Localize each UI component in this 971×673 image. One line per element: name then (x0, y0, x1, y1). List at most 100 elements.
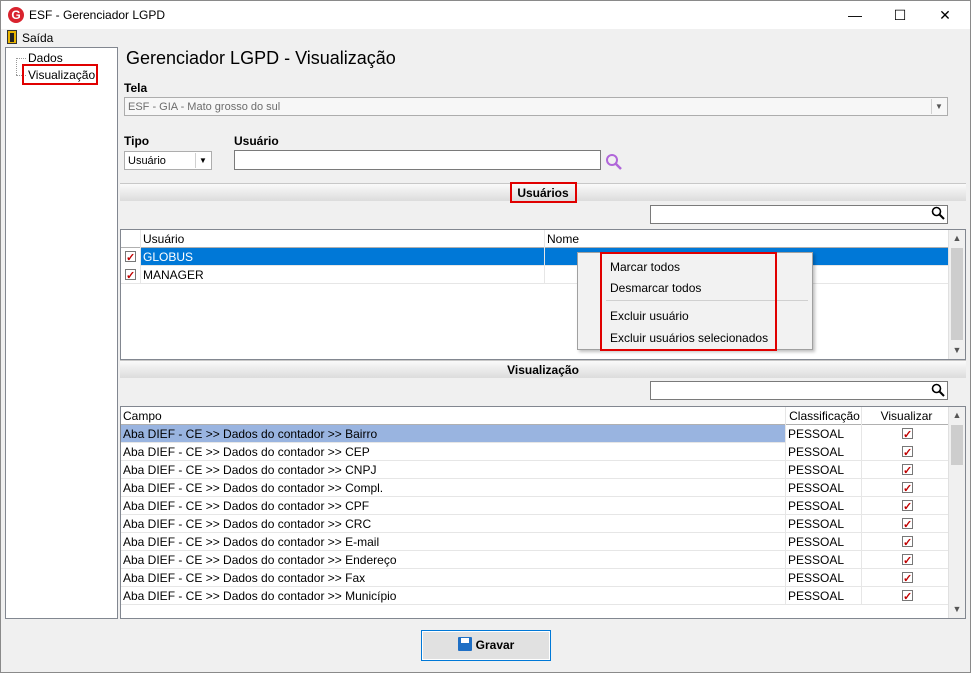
cell-classificacao: PESSOAL (786, 443, 862, 461)
menu-bar: Saída (1, 29, 970, 47)
cell-campo: Aba DIEF - CE >> Dados do contador >> CP… (121, 497, 786, 515)
floppy-disk-icon (457, 637, 472, 651)
tipo-label: Tipo (124, 134, 150, 148)
scroll-thumb[interactable] (951, 248, 963, 340)
table-row[interactable]: Aba DIEF - CE >> Dados do contador >> CP… (121, 497, 949, 515)
annotation-highlight (600, 252, 777, 351)
menu-exit[interactable]: Saída (22, 31, 53, 45)
header-classificacao[interactable]: Classificação (786, 407, 862, 425)
cell-classificacao: PESSOAL (786, 515, 862, 533)
cell-campo: Aba DIEF - CE >> Dados do contador >> Mu… (121, 587, 786, 605)
usuarios-search-input[interactable] (650, 205, 948, 224)
search-icon[interactable] (605, 153, 623, 171)
annotation-highlight (510, 182, 577, 203)
tree-connector (16, 58, 17, 75)
table-row[interactable]: Aba DIEF - CE >> Dados do contador >> Co… (121, 479, 949, 497)
visualizar-checkbox[interactable] (902, 426, 913, 443)
gravar-button[interactable]: Gravar (421, 630, 551, 661)
header-cell (121, 230, 141, 248)
visualizar-checkbox[interactable] (902, 498, 913, 515)
cell-visualizar (862, 533, 949, 551)
cell-classificacao: PESSOAL (786, 533, 862, 551)
cell-visualizar (862, 587, 949, 605)
cell-campo: Aba DIEF - CE >> Dados do contador >> Co… (121, 479, 786, 497)
scroll-down-icon[interactable]: ▼ (949, 601, 965, 618)
table-row[interactable]: Aba DIEF - CE >> Dados do contador >> En… (121, 551, 949, 569)
table-row[interactable]: Aba DIEF - CE >> Dados do contador >> CR… (121, 515, 949, 533)
annotation-highlight (22, 64, 98, 85)
header-campo[interactable]: Campo (121, 407, 786, 425)
table-row[interactable]: Aba DIEF - CE >> Dados do contador >> Ba… (121, 425, 949, 443)
cell-campo: Aba DIEF - CE >> Dados do contador >> Ba… (121, 425, 786, 443)
table-row[interactable]: MANAGER (121, 266, 949, 284)
cell-usuario: GLOBUS (141, 248, 545, 266)
search-icon[interactable] (931, 206, 945, 220)
visualizacao-search-input[interactable] (650, 381, 948, 400)
cell-classificacao: PESSOAL (786, 479, 862, 497)
visualizar-checkbox[interactable] (902, 462, 913, 479)
gravar-label: Gravar (475, 638, 515, 652)
tela-label: Tela (124, 81, 148, 95)
header-nome[interactable]: Nome (545, 230, 949, 248)
table-row[interactable]: GLOBUS (121, 248, 949, 266)
visualizar-checkbox[interactable] (902, 480, 913, 497)
visualizacao-scrollbar[interactable]: ▲ ▼ (948, 407, 965, 618)
visualizar-checkbox[interactable] (902, 570, 913, 587)
visualizar-checkbox[interactable] (902, 588, 913, 605)
row-checkbox[interactable] (125, 249, 136, 266)
visualizacao-grid: Campo Classificação Visualizar Aba DIEF … (120, 406, 966, 619)
usuarios-header-row: Usuário Nome (121, 230, 949, 248)
cell-visualizar (862, 515, 949, 533)
visualizacao-section-title: Visualização (507, 363, 579, 377)
visualizar-checkbox[interactable] (902, 552, 913, 569)
table-row[interactable]: Aba DIEF - CE >> Dados do contador >> E-… (121, 533, 949, 551)
cell-campo: Aba DIEF - CE >> Dados do contador >> CN… (121, 461, 786, 479)
table-row[interactable]: Aba DIEF - CE >> Dados do contador >> Mu… (121, 587, 949, 605)
window-title: ESF - Gerenciador LGPD (29, 8, 166, 22)
visualizar-checkbox[interactable] (902, 444, 913, 461)
table-row[interactable]: Aba DIEF - CE >> Dados do contador >> CE… (121, 443, 949, 461)
cell-campo: Aba DIEF - CE >> Dados do contador >> Fa… (121, 569, 786, 587)
usuario-input[interactable] (234, 150, 601, 170)
checkbox-cell (121, 266, 141, 284)
close-button[interactable]: ✕ (922, 1, 968, 29)
cell-visualizar (862, 497, 949, 515)
cell-classificacao: PESSOAL (786, 551, 862, 569)
search-icon[interactable] (931, 383, 945, 397)
header-usuario[interactable]: Usuário (141, 230, 545, 248)
visualizar-checkbox[interactable] (902, 534, 913, 551)
table-row[interactable]: Aba DIEF - CE >> Dados do contador >> CN… (121, 461, 949, 479)
minimize-button[interactable]: — (832, 1, 878, 29)
tree-item-dados[interactable]: Dados (28, 51, 63, 65)
cell-campo: Aba DIEF - CE >> Dados do contador >> CE… (121, 443, 786, 461)
table-row[interactable]: Aba DIEF - CE >> Dados do contador >> Fa… (121, 569, 949, 587)
navigation-tree: Dados Visualização (5, 47, 118, 619)
cell-classificacao: PESSOAL (786, 461, 862, 479)
cell-campo: Aba DIEF - CE >> Dados do contador >> E-… (121, 533, 786, 551)
cell-usuario: MANAGER (141, 266, 545, 284)
tree-connector (16, 58, 26, 59)
chevron-down-icon[interactable]: ▼ (195, 153, 210, 168)
app-logo-icon: G (8, 7, 24, 23)
tipo-select[interactable]: Usuário ▼ (124, 151, 212, 170)
app-window: G ESF - Gerenciador LGPD — ☐ ✕ Saída Dad… (0, 0, 971, 673)
tela-select[interactable]: ESF - GIA - Mato grosso do sul ▼ (124, 97, 948, 116)
visualizar-checkbox[interactable] (902, 516, 913, 533)
maximize-button[interactable]: ☐ (877, 1, 923, 29)
visualizacao-header-row: Campo Classificação Visualizar (121, 407, 949, 425)
scroll-thumb[interactable] (951, 425, 963, 465)
visualizacao-section-header: Visualização (120, 360, 966, 378)
checkbox-cell (121, 248, 141, 266)
tipo-value: Usuário (128, 155, 166, 167)
scroll-down-icon[interactable]: ▼ (949, 342, 965, 359)
cell-campo: Aba DIEF - CE >> Dados do contador >> En… (121, 551, 786, 569)
usuarios-grid: Usuário Nome GLOBUS MANAGER ▲ ▼ (120, 229, 966, 360)
usuarios-scrollbar[interactable]: ▲ ▼ (948, 230, 965, 359)
row-checkbox[interactable] (125, 267, 136, 284)
header-visualizar[interactable]: Visualizar (862, 407, 949, 425)
scroll-up-icon[interactable]: ▲ (949, 407, 965, 424)
cell-classificacao: PESSOAL (786, 497, 862, 515)
scroll-up-icon[interactable]: ▲ (949, 230, 965, 247)
chevron-down-icon[interactable]: ▼ (931, 99, 946, 114)
exit-door-icon[interactable] (7, 30, 17, 44)
